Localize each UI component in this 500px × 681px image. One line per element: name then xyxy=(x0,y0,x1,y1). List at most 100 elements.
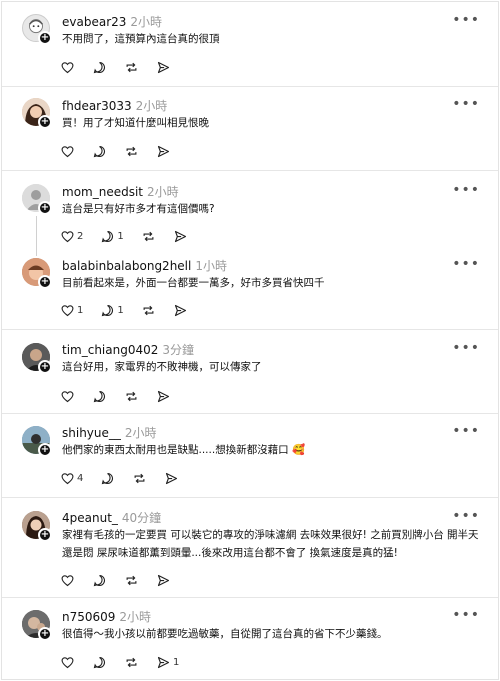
repost-icon xyxy=(126,657,137,667)
comment-text: 買！用了才知道什麼叫相見恨晚 xyxy=(62,117,209,129)
share-icon xyxy=(157,145,170,157)
action-bar: 2 1 xyxy=(60,227,205,245)
reply-button[interactable] xyxy=(92,571,107,589)
reply-button[interactable] xyxy=(92,387,107,405)
comment-icon xyxy=(93,61,105,73)
comment-icon xyxy=(102,472,114,484)
more-icon[interactable]: ••• xyxy=(452,341,480,355)
heart-icon xyxy=(61,390,74,402)
reply-button[interactable] xyxy=(92,653,107,671)
more-icon[interactable]: ••• xyxy=(452,424,480,438)
reply-button[interactable] xyxy=(100,469,115,487)
follow-plus-icon[interactable]: + xyxy=(38,360,52,374)
share-icon xyxy=(174,230,186,242)
share-button[interactable] xyxy=(173,227,188,245)
heart-icon xyxy=(61,656,74,668)
share-button[interactable] xyxy=(173,301,188,319)
comment-text: 他們家的東西太耐用也是缺點.....想換新都沒藉口 🥰 xyxy=(62,444,306,456)
like-count: 2 xyxy=(77,230,84,242)
username[interactable]: fhdear3033 2小時 xyxy=(62,97,167,114)
like-button[interactable]: 1 xyxy=(60,301,83,319)
comment-icon xyxy=(93,656,105,668)
follow-plus-icon[interactable]: + xyxy=(38,115,52,129)
heart-icon xyxy=(61,230,74,242)
share-button[interactable] xyxy=(156,58,171,76)
comment-post: + evabear23 2小時 ••• 不用問了，這預算內這台真的很頂 xyxy=(2,2,498,86)
like-button[interactable] xyxy=(60,571,75,589)
more-icon[interactable]: ••• xyxy=(452,509,480,523)
repost-icon xyxy=(126,62,137,72)
like-button[interactable]: 2 xyxy=(60,227,83,245)
follow-plus-icon[interactable]: + xyxy=(38,528,52,542)
action-bar: 4 xyxy=(60,469,196,487)
repost-button[interactable] xyxy=(141,227,156,245)
share-button[interactable] xyxy=(164,469,179,487)
heart-icon xyxy=(61,472,74,484)
like-button[interactable] xyxy=(60,142,75,160)
reply-button[interactable]: 1 xyxy=(100,301,124,319)
repost-button[interactable] xyxy=(124,653,139,671)
follow-plus-icon[interactable]: + xyxy=(38,275,52,289)
like-button[interactable] xyxy=(60,58,75,76)
reply-button[interactable] xyxy=(92,58,107,76)
username[interactable]: 4peanut_ 40分鐘 xyxy=(62,509,161,526)
repost-button[interactable] xyxy=(124,58,139,76)
username[interactable]: n750609 2小時 xyxy=(62,608,151,625)
heart-icon xyxy=(61,304,74,316)
comment-post: + balabinbalabong2hell 1小時 ••• 目前看起來是，外面一… xyxy=(2,248,498,326)
like-button[interactable]: 4 xyxy=(60,469,83,487)
more-icon[interactable]: ••• xyxy=(452,183,480,197)
share-button[interactable] xyxy=(156,571,171,589)
like-count: 4 xyxy=(77,472,84,484)
heart-icon xyxy=(61,145,74,157)
comment-text: 不用問了，這預算內這台真的很頂 xyxy=(62,33,220,45)
comment-post: + shihyue__ 2小時 ••• 他們家的東西太耐用也是缺點.....想換新… xyxy=(2,413,498,497)
like-count: 1 xyxy=(77,304,84,316)
username[interactable]: evabear23 2小時 xyxy=(62,13,162,30)
repost-icon xyxy=(126,146,137,156)
heart-icon xyxy=(61,61,74,73)
repost-button[interactable] xyxy=(141,301,156,319)
action-bar: 1 1 xyxy=(60,301,205,319)
username[interactable]: balabinbalabong2hell 1小時 xyxy=(62,257,227,274)
reply-button[interactable]: 1 xyxy=(100,227,124,245)
repost-button[interactable] xyxy=(124,142,139,160)
more-icon[interactable]: ••• xyxy=(452,608,480,622)
post-time: 2小時 xyxy=(130,15,163,29)
post-time: 2小時 xyxy=(147,185,179,199)
share-button[interactable] xyxy=(156,387,171,405)
username[interactable]: shihyue__ 2小時 xyxy=(62,424,157,441)
post-time: 2小時 xyxy=(135,99,168,113)
repost-button[interactable] xyxy=(132,469,147,487)
more-icon[interactable]: ••• xyxy=(452,13,480,27)
repost-icon xyxy=(126,575,137,585)
action-bar xyxy=(60,58,188,76)
share-icon xyxy=(157,61,170,73)
repost-button[interactable] xyxy=(124,571,139,589)
follow-plus-icon[interactable]: + xyxy=(38,31,52,45)
share-button[interactable] xyxy=(156,142,171,160)
more-icon[interactable]: ••• xyxy=(452,257,480,271)
comment-text: 家裡有毛孩的一定要買 可以裝它的專攻的淨味濾網 去味效果很好! 之前買別牌小台 … xyxy=(62,529,479,559)
username[interactable]: tim_chiang0402 3分鐘 xyxy=(62,341,194,358)
post-time: 1小時 xyxy=(195,259,227,273)
follow-plus-icon[interactable]: + xyxy=(38,201,52,215)
like-button[interactable] xyxy=(60,653,75,671)
share-icon xyxy=(157,656,170,668)
share-icon xyxy=(174,304,186,316)
follow-plus-icon[interactable]: + xyxy=(38,443,52,457)
post-time: 2小時 xyxy=(124,426,157,440)
repost-icon xyxy=(126,391,137,401)
repost-icon xyxy=(134,473,145,483)
follow-plus-icon[interactable]: + xyxy=(38,627,52,641)
threads-comment-feed: + evabear23 2小時 ••• 不用問了，這預算內這台真的很頂 + fhd… xyxy=(1,1,499,680)
comment-icon xyxy=(93,390,105,402)
username[interactable]: mom_needsit 2小時 xyxy=(62,183,179,200)
repost-button[interactable] xyxy=(124,387,139,405)
post-time: 3分鐘 xyxy=(162,343,195,357)
reply-button[interactable] xyxy=(92,142,107,160)
like-button[interactable] xyxy=(60,387,75,405)
more-icon[interactable]: ••• xyxy=(452,97,480,111)
comment-text: 很值得～我小孩以前都要吃過敏藥，自從開了這台真的省下不少藥錢。 xyxy=(62,628,388,640)
share-button[interactable]: 1 xyxy=(156,653,179,671)
